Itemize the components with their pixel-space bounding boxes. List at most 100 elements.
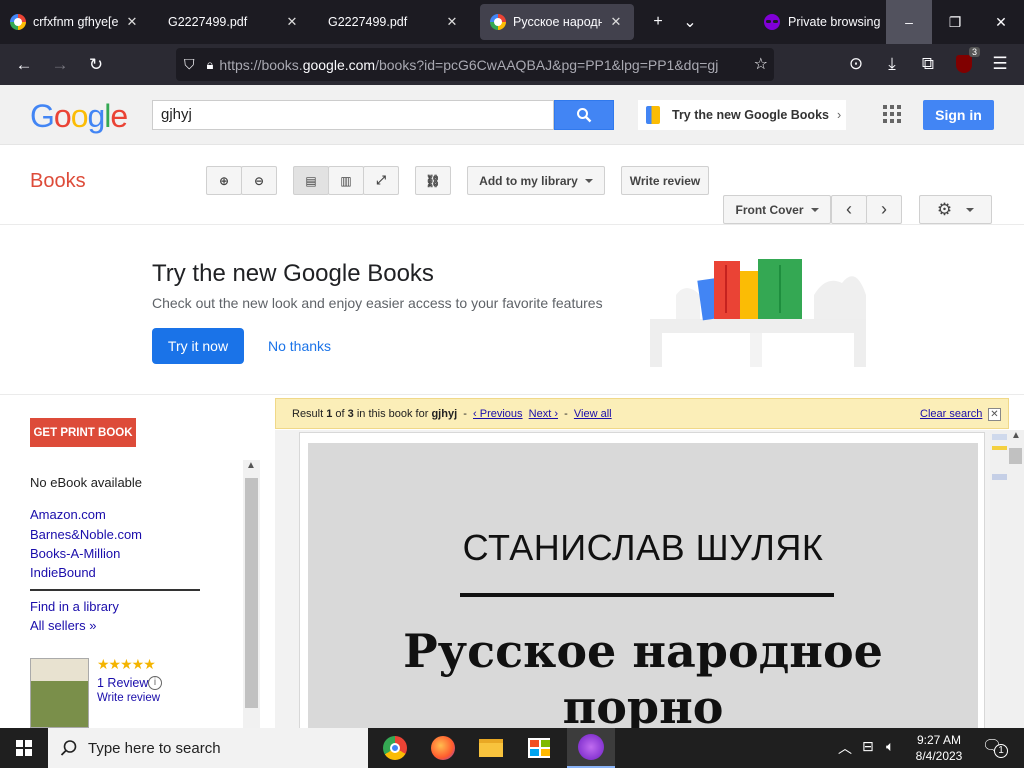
close-icon[interactable]: ✕ [284,14,300,30]
promo-title: Try the new Google Books [152,260,434,287]
taskbar-search[interactable]: Type here to search [48,728,368,768]
close-icon[interactable]: ✕ [124,14,140,30]
seller-link-barnes-noble[interactable]: Barnes&Noble.com [30,527,142,542]
link-icon: ⛓ [425,173,441,188]
seller-link-amazon[interactable]: Amazon.com [30,507,106,522]
pocket-icon[interactable]: ⊙ [838,48,874,80]
all-sellers-link[interactable]: All sellers » [30,618,96,633]
book-title: Русское народное порно [308,623,978,728]
two-page-button[interactable]: ▥ [328,166,364,195]
scrollbar-thumb[interactable] [1009,448,1022,464]
restore-button[interactable]: ❐ [932,0,978,44]
start-button[interactable] [0,728,48,768]
firefox-private-app[interactable] [567,728,615,768]
network-icon[interactable]: ⊟ [862,738,874,755]
clear-search-link[interactable]: Clear search [920,408,982,420]
next-page-button[interactable]: › [866,195,902,224]
show-hidden-icons-icon[interactable]: ︿ [838,738,852,758]
try-it-now-button[interactable]: Try it now [152,328,244,364]
back-arrow-icon[interactable]: ← [6,49,42,81]
store-icon [528,738,550,758]
store-app[interactable] [515,728,563,768]
search-input[interactable]: gjhyj [152,100,554,130]
volume-icon[interactable]: 🔈︎ [886,738,894,755]
try-new-books-button[interactable]: Try the new Google Books › [638,100,846,130]
get-print-book-button[interactable]: GET PRINT BOOK [30,418,136,447]
bookmark-star-icon[interactable]: ☆ [754,54,768,74]
taskbar-clock[interactable]: 9:27 AM 8/4/2023 [912,732,966,764]
tab-title: G2227499.pdf [168,15,248,29]
google-icon [490,14,506,30]
zoom-out-button[interactable]: ⊖ [241,166,277,195]
scroll-up-arrow-icon[interactable]: ▲ [1011,430,1021,441]
link-button[interactable]: ⛓ [415,166,451,195]
menu-icon[interactable]: ☰ [982,48,1018,80]
list-tabs-button[interactable]: ⌄ [674,6,706,38]
url-text[interactable]: https://books.google.com/books?id=pcG6Cw… [219,57,719,73]
view-all-link[interactable]: View all [574,408,612,420]
url-bar[interactable]: ⛉ 🔒︎ https://books.google.com/books?id=p… [176,48,774,81]
notifications-button[interactable]: 🗨︎ 1 [982,736,1008,758]
browser-tab-active[interactable]: Русское народное ✕ [480,4,634,40]
page-scrollbar[interactable]: ▲ [1007,430,1024,728]
clock-time: 9:27 AM [916,733,962,747]
sign-in-button[interactable]: Sign in [923,100,994,130]
reload-icon[interactable]: ↻ [78,49,114,81]
close-icon[interactable]: ✕ [444,14,460,30]
fullscreen-button[interactable]: ⤢ [363,166,399,195]
sidebar-scrollbar[interactable]: ▲ [243,460,260,728]
shield-icon[interactable]: ⛉ [184,56,195,73]
search-button[interactable] [554,100,614,130]
previous-result-link[interactable]: ‹ Previous [473,408,523,420]
find-in-library-link[interactable]: Find in a library [30,599,119,614]
seller-link-indiebound[interactable]: IndieBound [30,565,96,580]
close-icon[interactable]: ✕ [608,14,624,30]
private-browsing-icon [578,734,604,760]
browser-tab-2[interactable]: G2227499.pdf ✕ [150,4,310,40]
review-count-link[interactable]: 1 Review [97,676,148,690]
ublock-icon[interactable]: 3 [946,47,982,80]
lock-icon[interactable]: 🔒︎ [207,57,214,73]
extensions-icon[interactable]: ⧉ [910,48,946,80]
bookshelf-illustration [650,259,866,367]
download-icon[interactable]: ⤓ [874,48,910,80]
settings-dropdown[interactable]: ⚙ [919,195,992,224]
seller-link-books-a-million[interactable]: Books-A-Million [30,546,120,561]
info-icon[interactable]: i [148,676,162,690]
write-review-link[interactable]: Write review [97,692,160,704]
book-cover-thumbnail[interactable] [30,658,89,728]
book-author: СТАНИСЛАВ ШУЛЯК [462,527,824,568]
book-viewer[interactable]: СТАНИСЛАВ ШУЛЯК Русское народное порно [275,430,1009,728]
add-to-library-button[interactable]: Add to my library [467,166,605,195]
private-browsing-indicator: Private browsing [764,14,880,30]
apps-grid-icon[interactable] [883,105,901,123]
new-tab-button[interactable]: + [642,6,674,38]
previous-page-button[interactable]: ‹ [831,195,867,224]
close-window-button[interactable]: ✕ [978,0,1024,44]
chrome-app[interactable] [371,728,419,768]
books-title[interactable]: Books [30,170,86,193]
google-logo[interactable]: Google [30,98,128,135]
close-icon[interactable]: ✕ [988,408,1001,421]
scroll-up-arrow-icon[interactable]: ▲ [246,460,256,471]
windows-taskbar: Type here to search ︿ ⊟ 🔈︎ 9:27 AM 8/4/2… [0,728,1024,768]
write-review-button[interactable]: Write review [621,166,709,195]
clock-date: 8/4/2023 [915,749,963,763]
minimize-button[interactable]: – [886,0,932,44]
viewer-scrollbar[interactable] [990,430,1007,728]
browser-tab-3[interactable]: G2227499.pdf ✕ [310,4,470,40]
front-cover-dropdown[interactable]: Front Cover [723,195,831,224]
browser-tab-1[interactable]: crfxfnm gfhye[e - ( ✕ [0,4,150,40]
dropdown-caret-icon [966,207,975,212]
chrome-icon [383,736,407,760]
next-result-link[interactable]: Next › [529,408,558,420]
no-thanks-button[interactable]: No thanks [268,328,331,364]
google-icon [10,14,26,30]
zoom-in-button[interactable]: ⊕ [206,166,242,195]
firefox-app[interactable] [419,728,467,768]
single-page-button[interactable]: ▤ [293,166,329,195]
file-explorer-app[interactable] [467,728,515,768]
toolbar-right: ⊙ ⤓ ⧉ 3 ☰ [838,47,1018,80]
scrollbar-thumb[interactable] [245,478,258,708]
forward-arrow-icon[interactable]: → [42,49,78,81]
